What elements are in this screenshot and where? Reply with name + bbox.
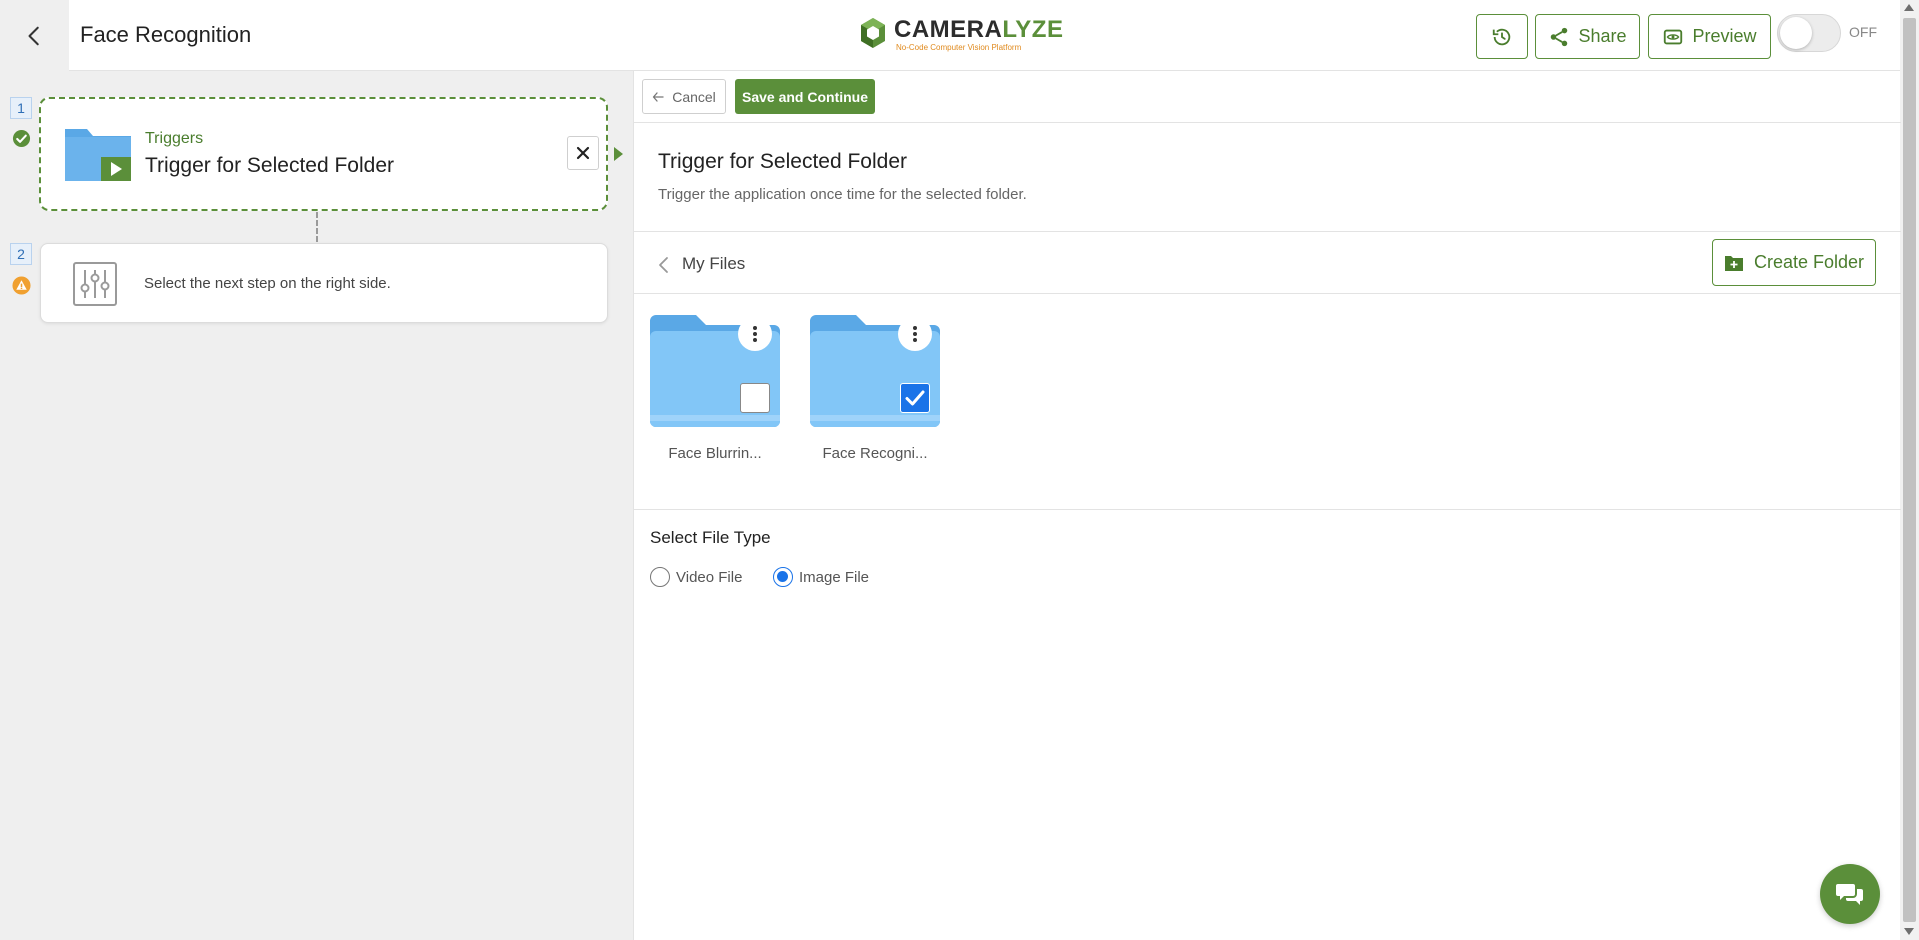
folder-checkbox-checked[interactable]: [900, 383, 930, 413]
folder-name: Face Blurrin...: [668, 445, 762, 462]
next-step-card[interactable]: Select the next step on the right side.: [40, 243, 608, 323]
sliders-icon: [73, 262, 117, 306]
preview-label: Preview: [1692, 26, 1757, 46]
logo-wordmark: CAMERA: [894, 15, 1003, 43]
panel-description: Trigger the application once time for th…: [658, 186, 1027, 203]
file-type-heading: Select File Type: [650, 528, 771, 547]
step-category: Triggers: [145, 130, 204, 147]
divider: [634, 509, 1901, 510]
next-step-hint: Select the next step on the right side.: [144, 275, 391, 292]
more-vertical-icon: [753, 326, 757, 342]
chat-bubbles-icon: [1836, 884, 1863, 905]
step-config-panel: Cancel Save and Continue Trigger for Sel…: [633, 71, 1901, 940]
divider: [634, 293, 1901, 294]
close-icon: [576, 146, 590, 160]
share-label: Share: [1578, 26, 1627, 46]
folder-item[interactable]: Face Recogni...: [810, 315, 940, 462]
step-connector: [316, 212, 318, 242]
radio-label: Video File: [676, 568, 743, 586]
save-and-continue-button[interactable]: Save and Continue: [735, 79, 875, 114]
folder-checkbox[interactable]: [740, 383, 770, 413]
cancel-label: Cancel: [672, 88, 716, 105]
active-step-arrow-icon: [614, 147, 623, 161]
warning-icon: [12, 276, 31, 295]
scroll-down-arrow-icon[interactable]: [1904, 928, 1914, 935]
step-number-2: 2: [10, 243, 32, 265]
check-circle-icon: [12, 129, 31, 148]
chevron-left-icon[interactable]: [656, 254, 672, 276]
files-breadcrumb[interactable]: My Files: [682, 254, 745, 274]
checkmark-icon: [905, 390, 925, 406]
share-button[interactable]: Share: [1535, 14, 1640, 59]
top-header: Face Recognition CAMERALYZE No-Code Comp…: [0, 0, 1900, 71]
hexagon-logo-icon: [861, 18, 885, 48]
step-title: Trigger for Selected Folder: [145, 154, 394, 177]
eye-icon: [1664, 29, 1683, 44]
step-number-1: 1: [10, 97, 32, 119]
cameralyze-logo: CAMERALYZE No-Code Computer Vision Platf…: [858, 14, 1063, 54]
scroll-up-arrow-icon[interactable]: [1904, 4, 1914, 11]
page-scrollbar[interactable]: [1900, 0, 1919, 940]
share-icon: [1551, 27, 1568, 46]
radio-button-selected[interactable]: [773, 567, 793, 587]
folder-item[interactable]: Face Blurrin...: [650, 315, 780, 462]
back-button[interactable]: [0, 0, 69, 71]
radio-image-file[interactable]: Image File: [773, 567, 869, 587]
remove-step-button[interactable]: [567, 136, 599, 170]
folder-name: Face Recogni...: [822, 445, 928, 462]
divider: [634, 231, 1901, 232]
logo-wordmark-accent: LYZE: [1002, 15, 1064, 43]
create-folder-label: Create Folder: [1753, 252, 1865, 272]
chat-support-button[interactable]: [1820, 864, 1880, 924]
folder-menu-button[interactable]: [898, 317, 932, 351]
panel-title: Trigger for Selected Folder: [658, 150, 907, 173]
radio-video-file[interactable]: Video File: [650, 567, 742, 587]
toggle-knob: [1780, 17, 1812, 49]
panel-toolbar: Cancel Save and Continue: [634, 71, 1901, 123]
folder-menu-button[interactable]: [738, 317, 772, 351]
logo-tagline: No-Code Computer Vision Platform: [896, 42, 1022, 52]
folder-plus-icon: [1724, 255, 1743, 271]
trigger-step-card[interactable]: Triggers Trigger for Selected Folder: [39, 97, 608, 211]
page-title: Face Recognition: [80, 22, 252, 47]
cancel-button[interactable]: Cancel: [642, 79, 726, 114]
radio-button[interactable]: [650, 567, 670, 587]
publish-toggle[interactable]: [1777, 14, 1841, 52]
preview-button[interactable]: Preview: [1648, 14, 1771, 59]
scroll-thumb[interactable]: [1903, 18, 1916, 922]
history-button[interactable]: [1476, 14, 1528, 59]
arrow-left-icon: [653, 91, 664, 102]
chevron-left-icon: [27, 26, 39, 45]
create-folder-button[interactable]: Create Folder: [1712, 239, 1876, 286]
folder-play-icon: [65, 129, 131, 181]
radio-label: Image File: [799, 568, 870, 586]
history-icon: [1492, 28, 1511, 45]
more-vertical-icon: [913, 326, 917, 342]
toggle-state-label: OFF: [1849, 24, 1877, 40]
